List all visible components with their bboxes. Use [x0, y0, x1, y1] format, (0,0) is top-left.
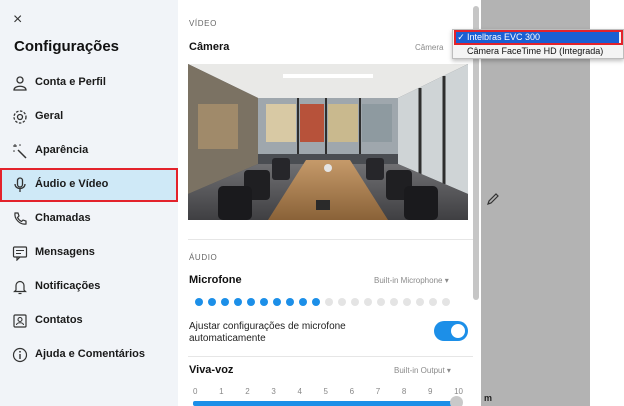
mic-level-dot — [403, 298, 411, 306]
sidebar-item-label: Notificações — [35, 280, 101, 292]
volume-tick-label: 3 — [271, 387, 276, 396]
volume-tick-label: 6 — [349, 387, 355, 396]
mic-level-dot — [351, 298, 359, 306]
microphone-icon — [12, 177, 28, 193]
volume-tick-label: 10 — [454, 387, 463, 396]
section-divider — [188, 356, 473, 357]
camera-select[interactable]: Câmera — [415, 43, 443, 52]
mic-level-dot — [312, 298, 320, 306]
sidebar-item-label: Conta e Perfil — [35, 76, 106, 88]
mic-level-dot — [364, 298, 372, 306]
video-section-label: VÍDEO — [189, 19, 217, 28]
sidebar-item-contacts[interactable]: Contatos — [0, 304, 178, 338]
sidebar-item-label: Contatos — [35, 314, 83, 326]
person-icon — [12, 75, 28, 91]
info-icon — [12, 347, 28, 363]
mic-level-dot — [195, 298, 203, 306]
volume-tick-label: 0 — [193, 387, 198, 396]
speaker-volume-scale: 0 1 2 3 4 5 6 7 8 9 10 — [193, 387, 463, 396]
mic-level-dot — [234, 298, 242, 306]
mic-level-dot — [208, 298, 216, 306]
volume-tick-label: 2 — [245, 387, 250, 396]
auto-adjust-label: Ajustar configurações de microfone autom… — [189, 321, 346, 344]
settings-title: Configurações — [14, 38, 120, 55]
mic-level-dot — [377, 298, 385, 306]
sidebar-item-label: Áudio e Vídeo — [35, 178, 109, 190]
mic-level-dot — [247, 298, 255, 306]
camera-dropdown: ✓ Intelbras EVC 300 Câmera FaceTime HD (I… — [452, 29, 624, 59]
microphone-level-meter — [195, 298, 450, 306]
sidebar-item-label: Aparência — [35, 144, 89, 156]
overlay-glyph: m — [484, 393, 493, 403]
close-button[interactable]: × — [13, 12, 29, 28]
contact-card-icon — [12, 313, 28, 329]
mic-level-dot — [273, 298, 281, 306]
sidebar-item-label: Chamadas — [35, 212, 91, 224]
toggle-knob — [450, 323, 466, 339]
volume-tick-label: 8 — [401, 387, 407, 396]
microphone-select[interactable]: Built-in Microphone ▾ — [374, 276, 449, 285]
sidebar-item-notifications[interactable]: Notificações — [0, 270, 178, 304]
sidebar-item-messages[interactable]: Mensagens — [0, 236, 178, 270]
speaker-select[interactable]: Built-in Output ▾ — [394, 366, 451, 375]
checkmark-icon: ✓ — [457, 32, 465, 42]
mic-level-dot — [390, 298, 398, 306]
sidebar-item-audio-video[interactable]: Áudio e Vídeo — [0, 168, 178, 202]
volume-tick-label: 4 — [297, 387, 302, 396]
mic-level-dot — [286, 298, 294, 306]
audio-section-label: ÁUDIO — [189, 253, 218, 262]
message-icon — [12, 245, 28, 261]
camera-label: Câmera — [189, 41, 230, 53]
sidebar-item-calls[interactable]: Chamadas — [0, 202, 178, 236]
volume-tick-label: 7 — [375, 387, 381, 396]
settings-content: VÍDEO Câmera Câmera ÁUDIO Microfone Buil… — [178, 0, 478, 406]
right-margin — [590, 0, 624, 406]
mic-level-dot — [338, 298, 346, 306]
camera-preview — [188, 64, 468, 220]
magic-wand-icon — [12, 143, 28, 159]
volume-tick-label: 5 — [323, 387, 328, 396]
camera-option-facetime[interactable]: Câmera FaceTime HD (Integrada) — [467, 45, 603, 58]
auto-adjust-toggle[interactable] — [434, 321, 468, 341]
sidebar-item-label: Ajuda e Comentários — [35, 348, 146, 360]
mic-level-dot — [416, 298, 424, 306]
sidebar-item-label: Mensagens — [35, 246, 95, 258]
speaker-volume-track[interactable] — [193, 401, 457, 406]
mic-level-dot — [429, 298, 437, 306]
speaker-label: Viva-voz — [189, 364, 234, 376]
volume-tick-label: 9 — [427, 387, 433, 396]
sidebar-item-appearance[interactable]: Aparência — [0, 134, 178, 168]
mic-level-dot — [442, 298, 450, 306]
mic-level-dot — [221, 298, 229, 306]
sidebar-item-label: Geral — [35, 110, 64, 122]
pencil-icon[interactable] — [486, 192, 500, 206]
sidebar-item-account[interactable]: Conta e Perfil — [0, 66, 178, 100]
camera-option-intelbras[interactable]: ✓ Intelbras EVC 300 — [454, 30, 623, 45]
sidebar-item-help[interactable]: Ajuda e Comentários — [0, 338, 178, 372]
mic-level-dot — [260, 298, 268, 306]
sidebar-item-general[interactable]: Geral — [0, 100, 178, 134]
speaker-volume-handle[interactable] — [450, 396, 463, 406]
microphone-label: Microfone — [189, 274, 242, 286]
section-divider — [188, 239, 473, 240]
volume-tick-label: 1 — [219, 387, 224, 396]
mic-level-dot — [325, 298, 333, 306]
gear-icon — [12, 109, 28, 125]
settings-sidebar: × Configurações Conta e Perfil Geral Apa… — [0, 0, 179, 406]
phone-icon — [12, 211, 28, 227]
bell-icon — [12, 279, 28, 295]
mic-level-dot — [299, 298, 307, 306]
settings-window: × Configurações Conta e Perfil Geral Apa… — [0, 0, 624, 406]
camera-preview-image — [188, 64, 468, 220]
